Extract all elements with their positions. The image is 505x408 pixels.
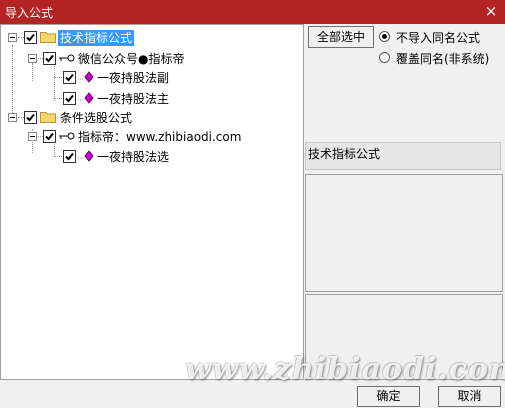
tree-label: 微信公众号●指标帝 (78, 52, 185, 66)
tree-label: 一夜持股法副 (97, 71, 170, 85)
radio-overwrite[interactable] (379, 52, 390, 63)
checkmark-icon (65, 152, 74, 161)
cancel-button[interactable]: 取消 (438, 386, 501, 407)
checkbox[interactable] (24, 111, 37, 124)
close-icon[interactable]: × (483, 2, 499, 20)
title-bar: 导入公式 × (0, 0, 505, 24)
folder-icon (40, 112, 56, 123)
checkmark-icon (65, 73, 74, 82)
tree-label: 条件选股公式 (60, 111, 133, 125)
radio-overwrite-label[interactable]: 覆盖同名(非系统) (396, 50, 489, 67)
formula-icon (78, 92, 94, 104)
checkmark-icon (26, 33, 35, 42)
tree-node-root-indicators[interactable]: 技术指标公式 (1, 28, 301, 48)
tree-label: 一夜持股法选 (97, 150, 170, 164)
checkbox[interactable] (63, 150, 76, 163)
tree-node-author-wechat[interactable]: 微信公众号●指标帝 (1, 49, 301, 69)
collapse-icon[interactable] (8, 33, 17, 42)
tree-label: 技术指标公式 (58, 30, 135, 46)
key-icon (59, 54, 75, 62)
collapse-icon[interactable] (28, 132, 37, 141)
tree-line (54, 98, 62, 99)
formula-icon (78, 71, 94, 83)
collapse-icon[interactable] (8, 113, 17, 122)
watermark: www.zhibiaodi.com (185, 352, 505, 387)
folder-icon (40, 32, 56, 43)
checkbox[interactable] (63, 92, 76, 105)
checkmark-icon (26, 113, 35, 122)
checkmark-icon (45, 54, 54, 63)
checkmark-icon (45, 132, 54, 141)
radio-skip-duplicates-label[interactable]: 不导入同名公式 (396, 29, 480, 46)
checkbox[interactable] (24, 31, 37, 44)
tree-node-formula[interactable]: 一夜持股法选 (1, 147, 301, 167)
checkbox[interactable] (43, 52, 56, 65)
tree-node-author-site[interactable]: 指标帝：www.zhibiaodi.com (1, 127, 301, 147)
tree-label: 一夜持股法主 (97, 92, 170, 106)
formula-tree[interactable]: 技术指标公式 微信公众号●指标帝 一夜持股法副 一夜持股法主 条件选股公式 指标… (0, 24, 304, 380)
select-all-button[interactable]: 全部选中 (308, 26, 374, 48)
checkbox[interactable] (43, 130, 56, 143)
formula-icon (78, 150, 94, 162)
description-panel (305, 174, 503, 292)
checkbox[interactable] (63, 71, 76, 84)
key-icon (59, 132, 75, 140)
dialog-body: 技术指标公式 微信公众号●指标帝 一夜持股法副 一夜持股法主 条件选股公式 指标… (0, 24, 505, 408)
ok-button[interactable]: 确定 (357, 386, 420, 407)
tree-line (54, 77, 62, 78)
tree-line (54, 156, 62, 157)
tree-node-formula[interactable]: 一夜持股法主 (1, 89, 301, 109)
radio-skip-duplicates[interactable] (379, 31, 390, 42)
tree-node-root-screening[interactable]: 条件选股公式 (1, 108, 301, 128)
checkmark-icon (65, 94, 74, 103)
window-title: 导入公式 (5, 6, 54, 20)
options-panel: 全部选中 不导入同名公式 覆盖同名(非系统) 技术指标公式 (305, 24, 505, 380)
category-label: 技术指标公式 (305, 142, 501, 170)
tree-label: 指标帝：www.zhibiaodi.com (78, 130, 242, 144)
collapse-icon[interactable] (28, 54, 37, 63)
tree-node-formula[interactable]: 一夜持股法副 (1, 68, 301, 88)
